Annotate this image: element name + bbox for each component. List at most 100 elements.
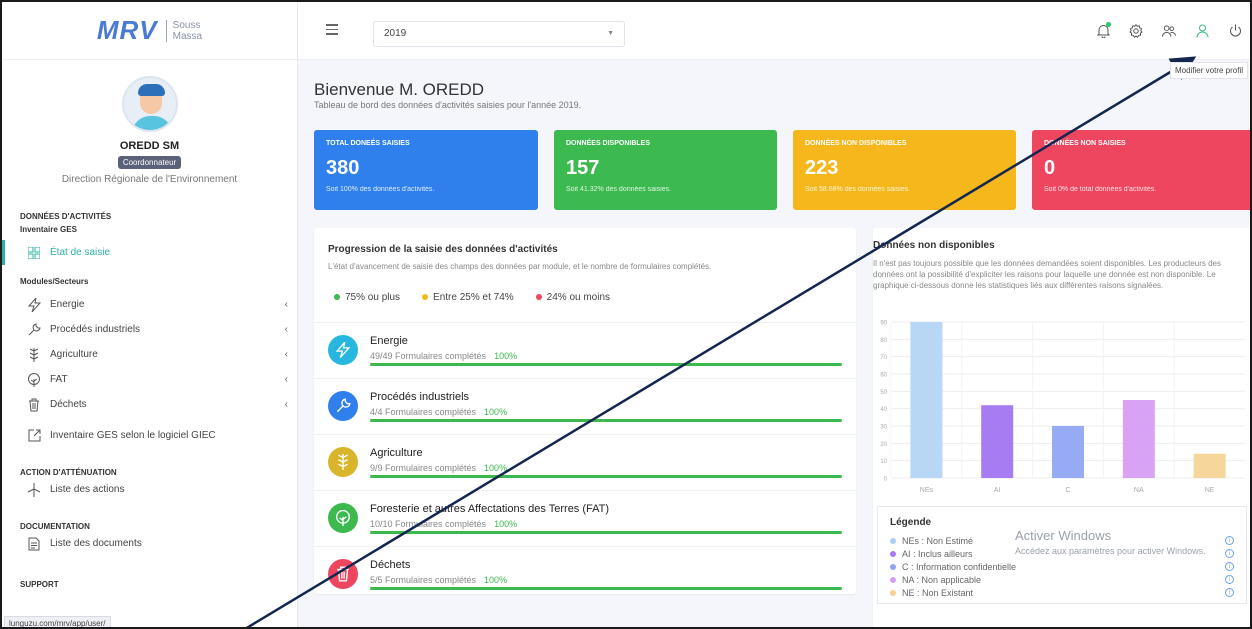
module-name: Foresterie et autres Affectations des Te… xyxy=(370,503,610,515)
users-icon[interactable] xyxy=(1162,24,1176,38)
stat-card-total[interactable]: TOTAL DONEÉS SAISIES 380 Soit 100% des d… xyxy=(314,130,538,210)
wheat-icon xyxy=(26,347,42,363)
module-name: Energie xyxy=(370,335,408,347)
module-status: 4/4 Formulaires complétés 100% xyxy=(370,407,508,417)
sidebar-item-label: Déchets xyxy=(50,399,87,410)
caret-down-icon: ▼ xyxy=(607,30,614,37)
bell-icon[interactable] xyxy=(1096,22,1111,38)
module-name: Déchets xyxy=(370,559,411,571)
windows-activation-watermark: Activer Windows xyxy=(1015,528,1112,543)
menu-toggle-icon[interactable] xyxy=(326,24,338,35)
nav-section-documentation: DOCUMENTATION xyxy=(20,522,90,531)
legend-low: 24% ou moins xyxy=(535,292,610,303)
bar-nes xyxy=(910,322,943,478)
tree-icon xyxy=(328,503,358,533)
power-icon[interactable] xyxy=(1228,24,1242,38)
unavailable-title: Données non disponibles xyxy=(873,240,995,251)
brand-region-line2: Massa xyxy=(172,30,203,42)
stat-value: 380 xyxy=(326,157,360,179)
y-tick-label: 60 xyxy=(880,373,887,379)
y-tick-label: 0 xyxy=(884,477,888,483)
trash-icon xyxy=(26,397,42,413)
stat-card-not-entered[interactable]: DONNÉES NON SAISIES 0 Soit 0% de total d… xyxy=(1032,130,1250,210)
x-tick-label: NE xyxy=(1205,487,1215,494)
profile-name: OREDD SM xyxy=(119,140,180,152)
sidebar-item-documents[interactable]: Liste des documents xyxy=(2,531,298,556)
y-tick-label: 20 xyxy=(880,442,887,448)
stat-sub: Soit 58.68% des données saisies. xyxy=(805,186,911,193)
stat-label: TOTAL DONEÉS SAISIES xyxy=(326,140,410,147)
gear-icon[interactable] xyxy=(1129,24,1143,38)
module-progress-bar xyxy=(370,475,842,478)
avatar[interactable] xyxy=(121,76,178,132)
bar-c xyxy=(1052,426,1084,478)
module-row-fat[interactable]: Foresterie et autres Affectations des Te… xyxy=(314,490,856,546)
sidebar-item-agriculture[interactable]: Agriculture ‹ xyxy=(2,342,298,367)
stat-card-available[interactable]: DONNÉES DISPONIBLES 157 Soit 41.32% des … xyxy=(554,130,777,210)
legend-item-na: NA : Non applicable i xyxy=(890,573,1234,586)
y-tick-label: 30 xyxy=(880,425,887,431)
profile-tooltip: Modifier votre profil xyxy=(1169,62,1248,79)
sidebar-item-label: Liste des actions xyxy=(50,484,125,495)
unavailable-bar-chart: 0 10 20 30 40 50 60 70 80 90 NEs AI C NA NE xyxy=(880,321,1245,494)
stat-label: DONNÉES DISPONIBLES xyxy=(566,140,651,147)
role-badge: Coordonnateur xyxy=(117,156,182,169)
nav-section-support: SUPPORT xyxy=(20,580,59,589)
info-icon[interactable]: i xyxy=(1225,549,1234,558)
profile-org: Direction Régionale de l'Environnement xyxy=(61,174,238,185)
progress-desc: L'état d'avancement de saisie des champs… xyxy=(328,262,712,271)
sidebar-item-label: FAT xyxy=(50,374,68,385)
chevron-left-icon: ‹ xyxy=(284,349,288,360)
windows-activation-sub: Accédez aux paramètres pour activer Wind… xyxy=(1015,546,1206,556)
y-tick-label: 70 xyxy=(880,355,887,361)
sidebar-item-etat-saisie[interactable]: État de saisie xyxy=(2,240,298,265)
lightning-icon xyxy=(328,335,358,365)
module-row-agriculture[interactable]: Agriculture 9/9 Formulaires complétés 100… xyxy=(314,434,856,490)
stat-card-unavailable[interactable]: DONNÉES NON DISPONIBLES 223 Soit 58.68% … xyxy=(793,130,1016,210)
y-tick-label: 80 xyxy=(880,338,887,344)
lightning-icon xyxy=(26,297,42,313)
year-select[interactable]: 2019 ▼ xyxy=(373,21,625,47)
legend-title: Légende xyxy=(890,517,932,528)
document-icon xyxy=(26,536,42,552)
stat-sub: Soit 0% de total données d'activités. xyxy=(1044,186,1157,193)
module-status: 10/10 Formulaires complétés 100% xyxy=(370,519,518,529)
sidebar-item-energie[interactable]: Energie ‹ xyxy=(2,292,298,317)
module-status: 49/49 Formulaires complétés 100% xyxy=(370,351,518,361)
sidebar-item-giec[interactable]: Inventaire GES selon le logiciel GIEC xyxy=(2,423,298,448)
bar-ne xyxy=(1193,453,1226,478)
main-content: Bienvenue M. OREDD Tableau de bord des d… xyxy=(298,60,1250,627)
nav-section-attenuation: ACTION D'ATTÉNUATION xyxy=(20,468,117,477)
x-tick-label: C xyxy=(1065,487,1070,494)
module-row-dechets[interactable]: Déchets 5/5 Formulaires complétés 100% xyxy=(314,546,856,602)
sidebar-item-procedes[interactable]: Procédés industriels ‹ xyxy=(2,317,298,342)
progress-legend: 75% ou plus Entre 25% et 74% 24% ou moin… xyxy=(334,292,610,303)
sidebar-item-label: Liste des documents xyxy=(50,538,142,549)
info-icon[interactable]: i xyxy=(1225,588,1234,597)
chevron-left-icon: ‹ xyxy=(284,299,288,310)
module-row-energie[interactable]: Energie 49/49 Formulaires complétés 100% xyxy=(314,322,856,378)
progress-title: Progression de la saisie des données d'a… xyxy=(328,244,558,255)
sidebar-item-label: Procédés industriels xyxy=(50,324,141,335)
user-profile-icon[interactable] xyxy=(1195,24,1209,38)
stat-value: 157 xyxy=(566,157,600,179)
legend-item-c: C : Information confidentielle i xyxy=(890,560,1234,573)
sidebar-item-fat[interactable]: FAT ‹ xyxy=(2,367,298,392)
brand-logo[interactable]: MRV Souss Massa xyxy=(2,2,297,60)
grid-icon xyxy=(26,245,42,261)
info-icon[interactable]: i xyxy=(1225,536,1234,545)
wrench-icon xyxy=(26,322,42,338)
sidebar-item-dechets[interactable]: Déchets ‹ xyxy=(2,392,298,417)
y-tick-label: 90 xyxy=(880,321,887,327)
info-icon[interactable]: i xyxy=(1225,562,1234,571)
user-profile: OREDD SM Coordonnateur Direction Régiona… xyxy=(2,60,297,185)
sidebar-item-actions[interactable]: Liste des actions xyxy=(2,477,298,502)
module-name: Agriculture xyxy=(370,447,423,459)
stat-label: DONNÉES NON SAISIES xyxy=(1044,140,1126,147)
bar-na xyxy=(1122,400,1155,478)
module-row-procedes[interactable]: Procédés industriels 4/4 Formulaires com… xyxy=(314,378,856,434)
sidebar-item-label: Energie xyxy=(50,299,85,310)
info-icon[interactable]: i xyxy=(1225,575,1234,584)
module-progress-bar xyxy=(370,587,842,590)
brand-name: MRV xyxy=(96,15,158,45)
